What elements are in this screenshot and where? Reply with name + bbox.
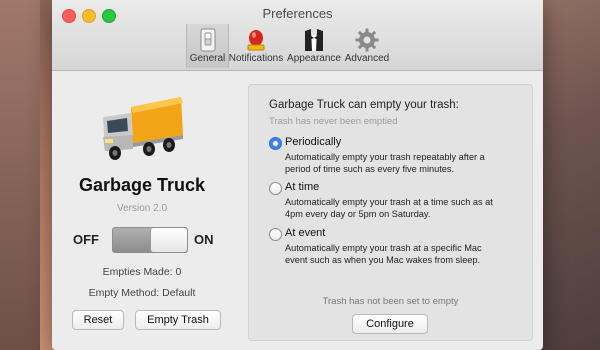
periodically-description-line-2: period of time such as every five minute… [285,164,455,174]
schedule-status-note: Trash has not been set to empty [322,296,459,307]
switch-icon [200,28,215,52]
tab-advanced[interactable]: Advanced [344,24,390,68]
at-event-label[interactable]: At event [285,227,325,239]
content-area: Garbage Truck Version 2.0 OFF ON Empties… [52,71,543,350]
periodically-description-line-1: Automatically empty your trash repeatabl… [285,152,485,162]
on-off-toggle[interactable] [112,227,188,253]
last-emptied-status: Trash has never been emptied [269,116,398,127]
empties-made-count: Empties Made: 0 [102,266,182,278]
app-name: Garbage Truck [78,175,206,195]
window-toolbar: Preferences General Notifications Appear… [52,0,543,71]
app-version: Version 2.0 [116,203,168,214]
window-title: Preferences [262,6,333,21]
tab-notifications[interactable]: Notifications [228,24,284,68]
at-time-description-line-2: 4pm every day or 5pm on Saturday. [285,209,431,219]
empty-trash-button[interactable]: Empty Trash [135,310,221,330]
empty-method-value: Empty Method: Default [88,287,196,299]
tab-general[interactable]: General [186,24,229,68]
tuxedo-icon [305,29,323,51]
periodically-radio[interactable] [269,137,282,150]
configure-button[interactable]: Configure [352,314,428,334]
tab-appearance[interactable]: Appearance [286,24,342,68]
alarm-light-icon [247,30,265,51]
preferences-window: Preferences General Notifications Appear… [52,0,543,350]
tab-appearance-label: Appearance [287,53,341,64]
toggle-off-label: OFF [73,232,99,247]
at-event-radio[interactable] [269,228,282,241]
panel-title: Garbage Truck can empty your trash: [269,99,459,111]
app-info-pane: Garbage Truck Version 2.0 OFF ON Empties… [52,71,232,350]
desktop-background-left [0,0,40,350]
at-event-description-line-2: event such as when you Mac wakes from sl… [285,255,481,265]
tab-general-label: General [189,53,226,64]
reset-button[interactable]: Reset [72,310,124,330]
toggle-knob[interactable] [150,228,187,252]
garbage-truck-icon [103,97,183,160]
at-time-label[interactable]: At time [285,181,319,193]
gear-icon [355,28,379,52]
tab-advanced-label: Advanced [344,53,390,64]
at-time-radio[interactable] [269,182,282,195]
toggle-on-label: ON [194,232,214,247]
tab-notifications-label: Notifications [228,53,284,64]
periodically-label[interactable]: Periodically [285,136,341,148]
at-time-description-line-1: Automatically empty your trash at a time… [285,197,493,207]
empty-schedule-panel: Garbage Truck can empty your trash: Tras… [248,84,533,341]
at-event-description-line-1: Automatically empty your trash at a spec… [285,243,482,253]
